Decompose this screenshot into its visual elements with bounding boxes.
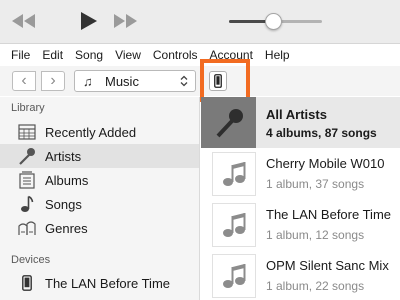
library-header: Library <box>11 102 45 114</box>
artist-artwork <box>212 254 256 298</box>
volume-knob[interactable] <box>264 13 282 30</box>
music-note-icon: ♫ <box>83 73 93 89</box>
chevron-right-icon: › <box>50 72 56 89</box>
player-bar <box>0 0 400 44</box>
microphone-icon <box>216 108 243 137</box>
music-note-icon <box>223 264 246 288</box>
sidebar-item-label: Artists <box>45 148 82 164</box>
music-note-icon <box>223 213 246 237</box>
rewind-icon <box>12 14 35 28</box>
sidebar: Library Recently Added Artists Albums So… <box>0 97 200 300</box>
artist-list: All Artists 4 albums, 87 songs Cherry Mo… <box>201 97 400 300</box>
artist-name: Cherry Mobile W010 <box>266 156 385 171</box>
menu-file[interactable]: File <box>5 44 36 66</box>
artist-name: The LAN Before Time <box>266 207 391 222</box>
sidebar-item-label: Genres <box>45 220 88 236</box>
menu-account[interactable]: Account <box>204 44 259 66</box>
sidebar-item-artists[interactable]: Artists <box>0 144 199 168</box>
sidebar-item-genres[interactable]: Genres <box>0 216 199 240</box>
media-kind-select[interactable]: ♫ Music <box>74 70 196 92</box>
microphone-icon <box>17 147 37 165</box>
menu-controls[interactable]: Controls <box>147 44 204 66</box>
chevron-left-icon: ‹ <box>21 72 27 89</box>
menu-help[interactable]: Help <box>259 44 296 66</box>
sidebar-item-label: The LAN Before Time <box>45 275 170 291</box>
fast-forward-button[interactable] <box>112 10 140 32</box>
list-item-artist[interactable]: The LAN Before Time 1 album, 12 songs <box>201 199 400 250</box>
sidebar-item-label: Songs <box>45 196 82 212</box>
forward-button[interactable]: › <box>41 71 65 91</box>
albums-icon <box>17 171 37 189</box>
phone-icon <box>17 274 37 292</box>
phone-icon <box>214 74 222 88</box>
sidebar-item-device[interactable]: The LAN Before Time <box>0 271 199 295</box>
menu-song[interactable]: Song <box>69 44 109 66</box>
sidebar-item-recently-added[interactable]: Recently Added <box>0 120 199 144</box>
artist-summary: 4 albums, 87 songs <box>266 126 377 140</box>
rewind-button[interactable] <box>10 10 38 32</box>
menu-view[interactable]: View <box>109 44 147 66</box>
list-item-artist[interactable]: OPM Silent Sanc Mix 1 album, 22 songs <box>201 250 400 300</box>
menu-edit[interactable]: Edit <box>36 44 69 66</box>
select-arrows-icon <box>180 75 188 87</box>
volume-slider[interactable] <box>229 13 322 30</box>
artist-artwork <box>201 97 256 148</box>
devices-header: Devices <box>11 254 51 266</box>
device-button[interactable] <box>209 71 227 91</box>
artist-name: All Artists <box>266 107 327 122</box>
play-icon <box>81 12 97 30</box>
music-note-icon <box>223 162 246 186</box>
list-item-artist[interactable]: Cherry Mobile W010 1 album, 37 songs <box>201 148 400 199</box>
genres-icon <box>17 219 37 237</box>
toolbar: ‹ › ♫ Music <box>0 66 400 96</box>
sidebar-item-label: Albums <box>45 172 89 188</box>
media-kind-label: Music <box>105 73 139 89</box>
list-item-all-artists[interactable]: All Artists 4 albums, 87 songs <box>201 97 400 148</box>
recently-added-icon <box>17 123 37 141</box>
artist-summary: 1 album, 22 songs <box>266 279 365 293</box>
play-button[interactable] <box>76 10 100 32</box>
sidebar-item-songs[interactable]: Songs <box>0 192 199 216</box>
sidebar-item-label: Recently Added <box>45 124 137 140</box>
artist-summary: 1 album, 12 songs <box>266 228 365 242</box>
fast-forward-icon <box>114 14 137 28</box>
artist-artwork <box>212 152 256 196</box>
sidebar-item-albums[interactable]: Albums <box>0 168 199 192</box>
menu-bar: File Edit Song View Controls Account Hel… <box>0 44 400 66</box>
note-icon <box>17 195 37 213</box>
artist-summary: 1 album, 37 songs <box>266 177 365 191</box>
back-button[interactable]: ‹ <box>12 71 36 91</box>
artist-name: OPM Silent Sanc Mix <box>266 258 389 273</box>
artist-artwork <box>212 203 256 247</box>
